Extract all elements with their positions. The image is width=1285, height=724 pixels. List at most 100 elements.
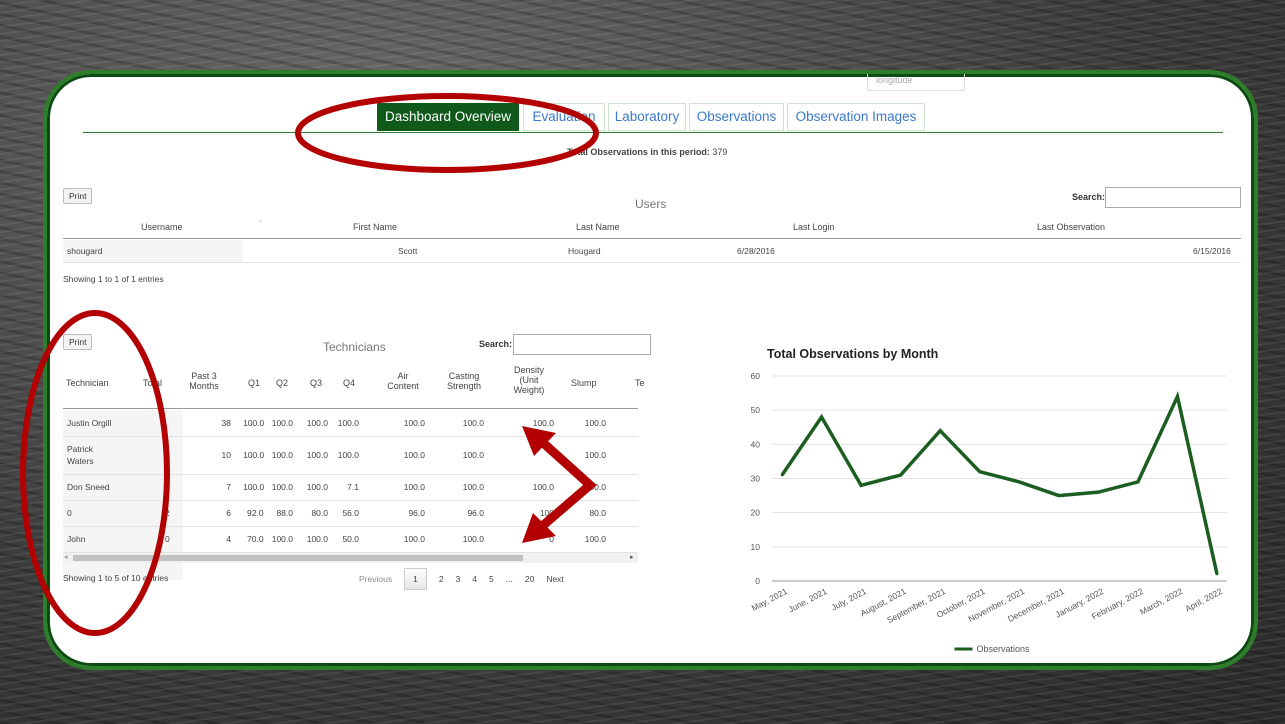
tech-col-casting-strength[interactable]: Casting Strength: [442, 371, 486, 391]
tech-slump: 100.0: [584, 534, 606, 544]
technicians-table-info: Showing 1 to 5 of 10 entries: [63, 573, 169, 583]
tech-q1: 100.0: [243, 482, 265, 492]
tech-casting: 100.0: [462, 534, 484, 544]
users-col-username[interactable]: Username: [141, 222, 183, 232]
tab-observation-images[interactable]: Observation Images: [787, 103, 925, 131]
tech-col-technician[interactable]: Technician: [66, 378, 109, 388]
tech-air: 100.0: [403, 534, 425, 544]
data-point: [1136, 480, 1140, 484]
period-summary-label: Total Observations in this period:: [567, 147, 710, 157]
tech-col-te[interactable]: Te: [635, 378, 645, 388]
table-row[interactable]: shougard Scott Hougard 6/28/2016 6/15/20…: [63, 240, 1241, 263]
x-tick-label: June, 2021: [787, 586, 829, 615]
tech-name: Justin Orgill: [67, 418, 112, 428]
data-point: [938, 429, 942, 432]
tech-col-q3[interactable]: Q3: [310, 378, 322, 388]
tech-col-air-content[interactable]: Air Content: [383, 371, 423, 391]
pagination-previous[interactable]: Previous: [359, 574, 392, 584]
y-tick-label: 40: [751, 439, 761, 449]
y-tick-label: 20: [751, 508, 761, 518]
tech-name: Patrick Waters: [67, 444, 94, 466]
tech-total: 1: [165, 450, 170, 460]
table-row[interactable]: Don Sneed 1 7 100.0 100.0 100.0 7.1 100.…: [63, 474, 638, 501]
tech-q4: 100.0: [337, 450, 359, 460]
data-point: [1097, 490, 1100, 494]
users-col-first-name[interactable]: First Name: [353, 222, 397, 232]
tab-dashboard-overview[interactable]: Dashboard Overview: [377, 103, 519, 131]
tech-q1: 100.0: [243, 450, 265, 460]
tab-underline: [83, 132, 1223, 133]
tech-slump: 100.0: [584, 450, 606, 460]
scroll-left-icon[interactable]: ◂: [64, 553, 68, 561]
data-point: [899, 473, 902, 477]
tech-q1: 70.0: [247, 534, 264, 544]
pagination-next[interactable]: Next: [546, 574, 563, 584]
pagination-page-3[interactable]: 3: [456, 574, 461, 584]
users-col-last-name[interactable]: Last Name: [576, 222, 620, 232]
tech-q3: 80.0: [311, 508, 328, 518]
data-point: [978, 470, 981, 473]
tech-total: 1: [165, 482, 170, 492]
tech-col-q1[interactable]: Q1: [248, 378, 260, 388]
pagination-page-5[interactable]: 5: [489, 574, 494, 584]
sort-icon: ^: [259, 220, 263, 227]
data-point: [1176, 395, 1179, 398]
tech-col-past-3-months[interactable]: Past 3 Months: [187, 371, 221, 391]
tech-past3: 10: [221, 450, 231, 460]
technicians-header-divider: [63, 408, 638, 409]
chart-title: Total Observations by Month: [767, 347, 939, 361]
tech-q2: 100.0: [271, 418, 293, 428]
pagination-page-1[interactable]: 1: [404, 568, 427, 590]
tech-q3: 100.0: [306, 482, 328, 492]
tech-name: Don Sneed: [67, 482, 110, 492]
users-print-button[interactable]: Print: [63, 188, 93, 204]
pagination-page-2[interactable]: 2: [439, 574, 444, 584]
series-line: [780, 391, 1219, 575]
tech-col-total[interactable]: Total: [143, 378, 162, 388]
y-tick-label: 60: [751, 371, 761, 381]
x-tick-label: April, 2022: [1183, 586, 1224, 614]
user-last-observation: 6/15/2016: [1193, 246, 1231, 256]
tech-q2: 100.0: [271, 450, 293, 460]
tab-observations[interactable]: Observations: [689, 103, 784, 131]
users-col-last-observation[interactable]: Last Observation: [1037, 222, 1105, 232]
table-row[interactable]: John 0 4 70.0 100.0 100.0 50.0 100.0 100…: [63, 526, 638, 553]
pagination-page-20[interactable]: 20: [525, 574, 534, 584]
users-col-last-login[interactable]: Last Login: [793, 222, 835, 232]
users-search-input[interactable]: [1105, 187, 1241, 208]
longitude-input[interactable]: longitude: [867, 74, 965, 91]
horizontal-scrollbar[interactable]: ◂ ▸: [63, 553, 638, 563]
tab-evaluation[interactable]: Evaluation: [523, 103, 605, 131]
technicians-print-button[interactable]: Print: [63, 334, 93, 350]
tech-q3: 100.0: [306, 534, 328, 544]
tech-density: 100: [539, 508, 554, 518]
users-title: Users: [635, 197, 667, 211]
tech-col-slump[interactable]: Slump: [571, 378, 597, 388]
scroll-right-icon[interactable]: ▸: [630, 553, 634, 561]
tab-laboratory[interactable]: Laboratory: [608, 103, 686, 131]
data-point: [1057, 494, 1061, 497]
period-summary-value: 379: [712, 147, 728, 157]
technicians-search-input[interactable]: [513, 334, 651, 355]
tech-name: 0: [67, 508, 72, 518]
tech-density: 100.0: [532, 418, 554, 428]
tech-air: 100.0: [403, 418, 425, 428]
data-point: [859, 484, 863, 487]
y-tick-label: 50: [751, 405, 761, 415]
tech-col-density[interactable]: Density (Unit Weight): [509, 365, 549, 395]
scrollbar-thumb[interactable]: [73, 555, 523, 561]
tech-q4: 50.0: [342, 534, 359, 544]
technicians-search-label: Search:: [479, 339, 513, 349]
tech-past3: 38: [221, 418, 231, 428]
pagination-page-4[interactable]: 4: [472, 574, 477, 584]
tech-past3: 4: [226, 534, 231, 544]
table-row[interactable]: Justin Orgill 38 100.0 100.0 100.0 100.0…: [63, 410, 638, 437]
table-row[interactable]: 0 2 6 92.0 88.0 80.0 56.0 96.0 96.0 100 …: [63, 500, 638, 527]
user-last-name: Hougard: [568, 246, 601, 256]
technicians-title: Technicians: [323, 340, 386, 354]
tech-col-q4[interactable]: Q4: [343, 378, 355, 388]
tech-col-q2[interactable]: Q2: [276, 378, 288, 388]
tech-q4: 56.0: [342, 508, 359, 518]
table-row[interactable]: Patrick Waters 1 10 100.0 100.0 100.0 10…: [63, 436, 638, 475]
tech-past3: 7: [226, 482, 231, 492]
